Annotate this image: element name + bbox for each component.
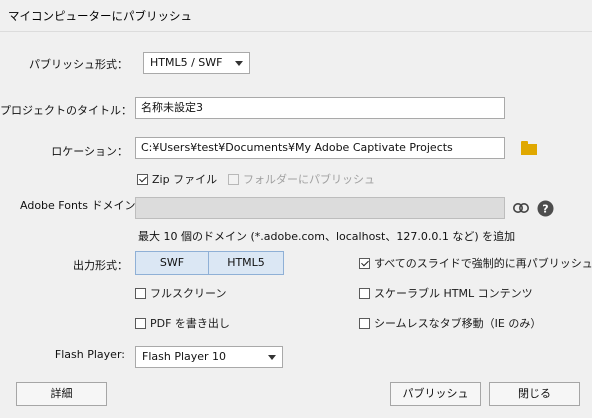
- location-label: ロケーション：: [51, 145, 128, 158]
- details-button[interactable]: 詳細: [16, 382, 107, 406]
- zip-checkbox-row[interactable]: Zip ファイル: [137, 171, 217, 187]
- help-icon[interactable]: ?: [537, 200, 554, 217]
- fullscreen-checkbox[interactable]: [135, 287, 146, 299]
- scalable-html-row[interactable]: スケーラブル HTML コンテンツ: [359, 285, 533, 301]
- seamless-tab-label: シームレスなタブ移動（IE のみ）: [374, 317, 542, 330]
- title-separator: [0, 31, 592, 32]
- fullscreen-label: フルスクリーン: [150, 287, 227, 300]
- flash-player-value: Flash Player 10: [142, 350, 227, 363]
- output-format-swf-toggle[interactable]: SWF: [135, 251, 209, 275]
- zip-checkbox[interactable]: [137, 173, 148, 185]
- force-republish-label: すべてのスライドで強制的に再パブリッシュする: [374, 257, 592, 270]
- seamless-tab-row[interactable]: シームレスなタブ移動（IE のみ）: [359, 315, 541, 331]
- folder-icon[interactable]: [521, 141, 537, 155]
- folder-publish-label: フォルダーにパブリッシュ: [243, 173, 375, 186]
- svg-text:?: ?: [542, 203, 548, 216]
- fullscreen-row[interactable]: フルスクリーン: [135, 285, 226, 301]
- location-input[interactable]: C:¥Users¥test¥Documents¥My Adobe Captiva…: [135, 137, 505, 159]
- pdf-export-row[interactable]: PDF を書き出し: [135, 315, 230, 331]
- folder-publish-checkbox-row[interactable]: フォルダーにパブリッシュ: [228, 171, 375, 187]
- close-button[interactable]: 閉じる: [489, 382, 580, 406]
- force-republish-row[interactable]: すべてのスライドで強制的に再パブリッシュする: [359, 255, 592, 271]
- chevron-down-icon: [235, 61, 243, 66]
- flash-player-label: Flash Player:: [54, 348, 125, 361]
- publish-format-label: パブリッシュ形式：: [29, 58, 128, 71]
- output-format-label: 出力形式：: [73, 259, 128, 272]
- publish-format-value: HTML5 / SWF: [150, 56, 223, 69]
- project-title-label: プロジェクトのタイトル：: [0, 104, 132, 117]
- project-title-input[interactable]: 名称未設定3: [135, 97, 505, 119]
- flash-player-select[interactable]: Flash Player 10: [135, 346, 283, 368]
- domain-hint: 最大 10 個のドメイン (*.adobe.com、localhost、127.…: [138, 230, 516, 243]
- pdf-export-checkbox[interactable]: [135, 317, 146, 329]
- publish-format-select[interactable]: HTML5 / SWF: [143, 52, 250, 74]
- publish-button[interactable]: パブリッシュ: [390, 382, 481, 406]
- force-republish-checkbox[interactable]: [359, 257, 370, 269]
- scalable-html-label: スケーラブル HTML コンテンツ: [374, 287, 533, 300]
- seamless-tab-checkbox[interactable]: [359, 317, 370, 329]
- zip-label: Zip ファイル: [152, 173, 218, 186]
- folder-publish-checkbox[interactable]: [228, 173, 239, 185]
- pdf-export-label: PDF を書き出し: [150, 317, 230, 330]
- adobe-fonts-input[interactable]: [135, 197, 505, 219]
- output-format-html5-toggle[interactable]: HTML5: [208, 251, 284, 275]
- adobe-fonts-label: Adobe Fonts ドメイン：: [20, 199, 147, 212]
- creative-cloud-icon[interactable]: [512, 200, 530, 216]
- window-title: マイコンピューターにパブリッシュ: [8, 9, 192, 23]
- chevron-down-icon: [268, 355, 276, 360]
- scalable-html-checkbox[interactable]: [359, 287, 370, 299]
